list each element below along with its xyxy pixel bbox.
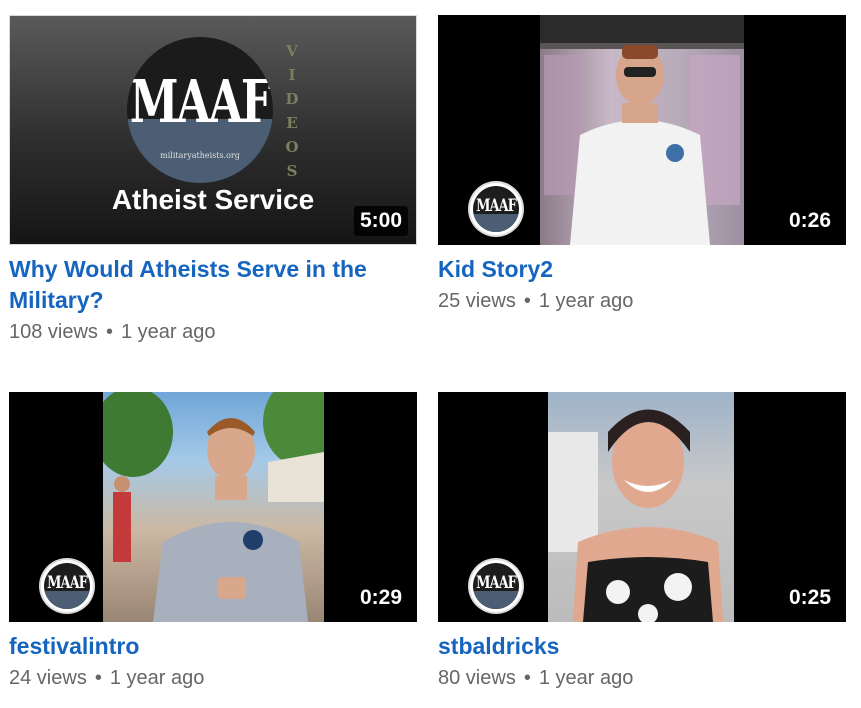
duration-badge: 5:00 xyxy=(353,206,408,236)
view-count: 80 views xyxy=(438,667,516,689)
video-card[interactable]: MAAF 0:26 Kid Story2 25 views • 1 year ago xyxy=(438,15,846,317)
video-meta: 25 views • 1 year ago xyxy=(438,285,846,317)
upload-age: 1 year ago xyxy=(538,667,634,689)
separator-dot: • xyxy=(523,667,531,689)
video-thumbnail[interactable]: MAAF militaryatheists.org V I D E O S At… xyxy=(9,15,417,245)
video-frame xyxy=(103,392,324,622)
video-thumbnail[interactable]: MAAF 0:25 xyxy=(438,392,846,622)
duration-badge: 0:29 xyxy=(353,583,408,613)
view-count: 108 views xyxy=(9,321,98,343)
video-meta: 80 views • 1 year ago xyxy=(438,662,846,694)
duration-badge: 0:25 xyxy=(782,583,837,613)
maaf-logo: MAAF militaryatheists.org xyxy=(127,37,273,183)
video-thumbnail[interactable]: MAAF 0:26 xyxy=(438,15,846,245)
upload-age: 1 year ago xyxy=(109,667,205,689)
upload-age: 1 year ago xyxy=(538,290,634,312)
separator-dot: • xyxy=(105,321,113,343)
video-card[interactable]: MAAF 0:29 festivalintro 24 views • 1 year … xyxy=(9,392,417,694)
duration-badge: 0:26 xyxy=(782,206,837,236)
video-frame xyxy=(540,15,744,245)
video-title-link[interactable]: Kid Story2 xyxy=(438,254,846,285)
video-title-link[interactable]: stbaldricks xyxy=(438,631,846,662)
video-card[interactable]: MAAF 0:25 stbaldricks 80 views • 1 year ag… xyxy=(438,392,846,694)
view-count: 25 views xyxy=(438,290,516,312)
maaf-logo-badge: MAAF xyxy=(470,560,522,612)
video-title-link[interactable]: Why Would Atheists Serve in the Military… xyxy=(9,254,417,316)
maaf-logo-badge: MAAF xyxy=(470,183,522,235)
video-title-link[interactable]: festivalintro xyxy=(9,631,417,662)
separator-dot: • xyxy=(523,290,531,312)
upload-age: 1 year ago xyxy=(120,321,216,343)
video-meta: 108 views • 1 year ago xyxy=(9,316,417,348)
video-meta: 24 views • 1 year ago xyxy=(9,662,417,694)
view-count: 24 views xyxy=(9,667,87,689)
separator-dot: • xyxy=(94,667,102,689)
video-card[interactable]: MAAF militaryatheists.org V I D E O S At… xyxy=(9,15,417,348)
video-thumbnail[interactable]: MAAF 0:29 xyxy=(9,392,417,622)
video-frame xyxy=(548,392,734,622)
videos-vertical-text: V I D E O S xyxy=(285,42,299,180)
maaf-logo-badge: MAAF xyxy=(41,560,93,612)
